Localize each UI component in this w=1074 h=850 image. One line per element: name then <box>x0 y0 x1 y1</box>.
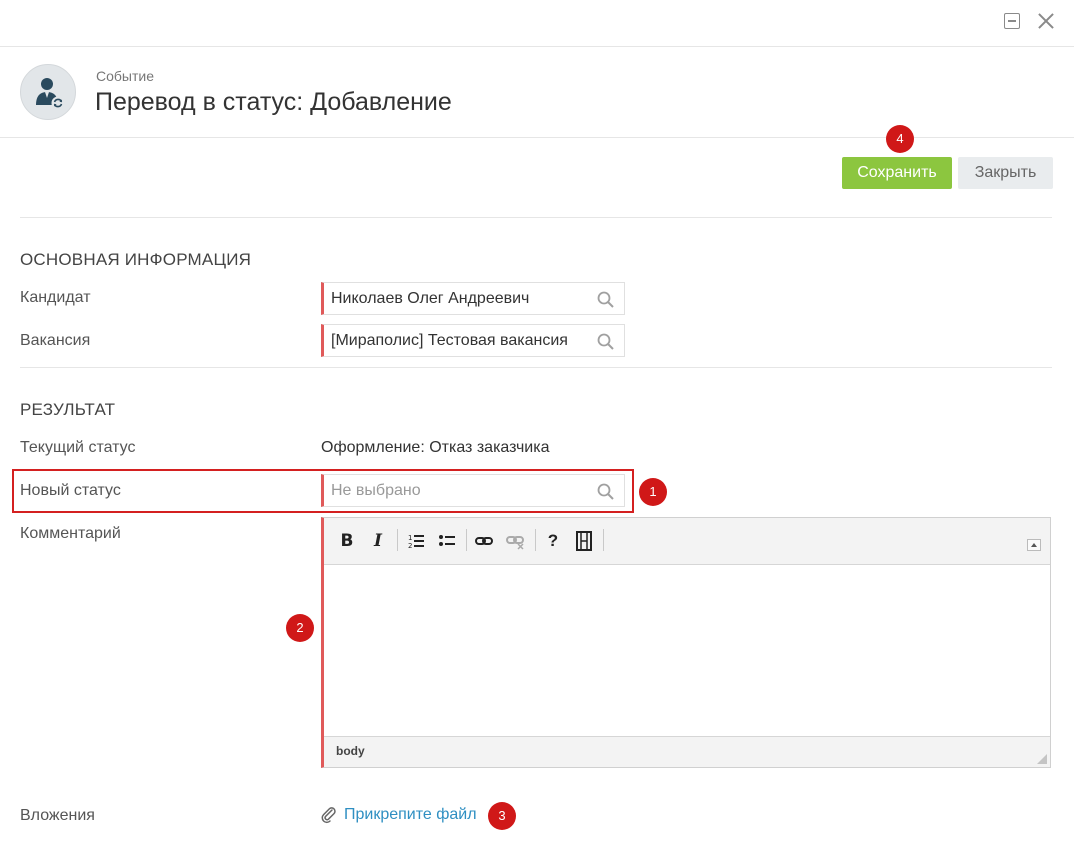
italic-icon[interactable]: I <box>367 530 389 552</box>
toolbar-collapse-icon[interactable] <box>1027 539 1041 551</box>
vacancy-label: Вакансия <box>20 332 91 349</box>
marker-3: 3 <box>488 802 516 830</box>
minimize-icon[interactable] <box>1004 13 1020 29</box>
toolbar-separator <box>397 529 398 551</box>
comment-editor[interactable]: B I 12 ? body <box>321 517 1051 768</box>
toolbar-separator <box>535 529 536 551</box>
close-icon[interactable] <box>1036 11 1056 31</box>
vacancy-value: [Мираполис] Тестовая вакансия <box>331 332 568 349</box>
search-icon[interactable] <box>597 333 614 350</box>
search-icon[interactable] <box>597 291 614 308</box>
save-button[interactable]: Сохранить <box>842 157 952 189</box>
event-label: Событие <box>96 68 154 84</box>
help-icon[interactable]: ? <box>542 530 564 552</box>
attach-file-link[interactable]: Прикрепите файл <box>344 806 477 824</box>
candidate-field[interactable]: Николаев Олег Андреевич <box>321 282 625 315</box>
bold-icon[interactable]: B <box>336 530 358 552</box>
section-result: РЕЗУЛЬТАТ <box>20 400 116 419</box>
actions-divider <box>20 217 1052 218</box>
current-status-value: Оформление: Отказ заказчика <box>321 439 550 456</box>
user-avatar-icon <box>20 64 76 120</box>
vacancy-field[interactable]: [Мираполис] Тестовая вакансия <box>321 324 625 357</box>
marker-4: 4 <box>886 125 914 153</box>
editor-path: body <box>336 744 365 758</box>
close-button[interactable]: Закрыть <box>958 157 1053 189</box>
header-divider <box>0 46 1074 47</box>
new-status-label: Новый статус <box>20 482 121 499</box>
unlink-icon[interactable] <box>504 530 526 552</box>
section-divider <box>20 367 1052 368</box>
page-title: Перевод в статус: Добавление <box>95 88 452 116</box>
svg-text:1: 1 <box>408 534 412 542</box>
resize-handle-icon[interactable] <box>1037 754 1047 764</box>
candidate-label: Кандидат <box>20 289 91 306</box>
new-status-placeholder: Не выбрано <box>331 482 421 499</box>
numbered-list-icon[interactable]: 12 <box>405 530 427 552</box>
editor-toolbar: B I 12 ? <box>324 518 1050 565</box>
paperclip-icon <box>321 806 337 824</box>
toolbar-separator <box>466 529 467 551</box>
new-status-field[interactable]: Не выбрано <box>321 474 625 507</box>
editor-statusbar: body <box>324 736 1050 767</box>
candidate-value: Николаев Олег Андреевич <box>331 290 530 307</box>
search-icon[interactable] <box>597 483 614 500</box>
toolbar-separator <box>603 529 604 551</box>
attachments-label: Вложения <box>20 807 95 824</box>
marker-1: 1 <box>639 478 667 506</box>
media-icon[interactable] <box>573 530 595 552</box>
section-main-info: ОСНОВНАЯ ИНФОРМАЦИЯ <box>20 250 252 269</box>
comment-label: Комментарий <box>20 525 121 542</box>
marker-2: 2 <box>286 614 314 642</box>
bulleted-list-icon[interactable] <box>436 530 458 552</box>
svg-text:2: 2 <box>408 542 412 550</box>
current-status-label: Текущий статус <box>20 439 136 456</box>
link-icon[interactable] <box>473 530 495 552</box>
